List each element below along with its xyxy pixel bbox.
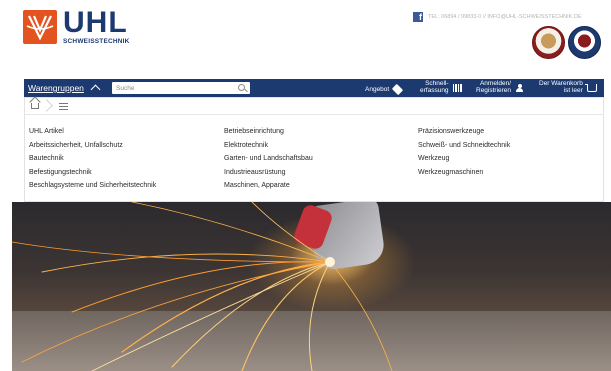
search-icon[interactable] [238, 83, 245, 91]
logo-wordmark: UHL [63, 6, 128, 40]
category-link[interactable]: Werkzeug [418, 152, 510, 166]
quality-seal-icon [568, 26, 601, 59]
categories-dropdown: UHL Artikel Arbeitssicherheit, Unfallsch… [24, 97, 604, 202]
offer-link[interactable]: Angebot [365, 82, 404, 96]
category-link[interactable]: Arbeitssicherheit, Unfallschutz [29, 139, 156, 153]
chevron-up-icon [90, 84, 101, 95]
breadcrumb-chevron-icon [42, 98, 52, 115]
main-navbar: Warengruppen Angebot Schnell- erfassung … [24, 79, 604, 97]
uhl-logo-mark-icon [23, 10, 57, 44]
search-input[interactable] [116, 83, 226, 93]
menu-icon[interactable] [59, 103, 68, 110]
category-link[interactable]: UHL Artikel [29, 125, 156, 139]
category-link[interactable]: Werkzeugmaschinen [418, 166, 510, 180]
logo-subtext: SCHWEISSTECHNIK [63, 38, 130, 46]
cart-link[interactable]: Der Warenkorb ist leer [539, 80, 597, 95]
user-icon [515, 83, 524, 93]
category-column-1: UHL Artikel Arbeitssicherheit, Unfallsch… [29, 125, 156, 193]
category-link[interactable]: Betriebseinrichtung [224, 125, 313, 139]
category-link[interactable]: Schweiß- und Schneidtechnik [418, 139, 510, 153]
breadcrumb [25, 98, 603, 115]
category-link[interactable]: Beschlagsysteme und Sicherheitstechnik [29, 179, 156, 193]
barcode-icon [452, 84, 463, 92]
tag-icon [392, 83, 404, 95]
category-column-3: Präzisionswerkzeuge Schweiß- und Schneid… [418, 125, 510, 179]
login-register-link[interactable]: Anmelden/ Registrieren [476, 80, 524, 95]
spark-shower [12, 202, 393, 371]
category-link[interactable]: Präzisionswerkzeuge [418, 125, 510, 139]
cart-line2: ist leer [563, 87, 583, 94]
category-link[interactable]: Garten- und Landschaftsbau [224, 152, 313, 166]
category-link[interactable]: Industrieausrüstung [224, 166, 313, 180]
category-link[interactable]: Bautechnik [29, 152, 156, 166]
category-link[interactable]: Befestigungstechnik [29, 166, 156, 180]
category-column-2: Betriebseinrichtung Elektrotechnik Garte… [224, 125, 313, 193]
quick-entry-line2: erfassung [420, 87, 449, 94]
certification-seal-icon [532, 26, 565, 59]
quick-entry-link[interactable]: Schnell- erfassung [420, 80, 463, 95]
login-line2: Registrieren [476, 87, 512, 94]
categories-label[interactable]: Warengruppen [28, 83, 84, 93]
uhl-logo[interactable]: UHL SCHWEISSTECHNIK [23, 6, 135, 46]
facebook-icon[interactable]: f [413, 12, 423, 22]
search-box [112, 82, 250, 94]
cart-icon [584, 84, 597, 92]
certification-seals [532, 26, 601, 59]
home-icon[interactable] [31, 103, 39, 109]
category-link[interactable]: Elektrotechnik [224, 139, 313, 153]
hero-welding-image [12, 202, 611, 371]
contact-info[interactable]: TEL: 06894 / 99833-0 // INFO@UHL-SCHWEIS… [428, 14, 582, 20]
offer-label: Angebot [365, 85, 390, 93]
category-link[interactable]: Maschinen, Apparate [224, 179, 313, 193]
categories-toggle[interactable]: Warengruppen [28, 83, 101, 95]
contact-bar: f TEL: 06894 / 99833-0 // INFO@UHL-SCHWE… [413, 12, 582, 22]
